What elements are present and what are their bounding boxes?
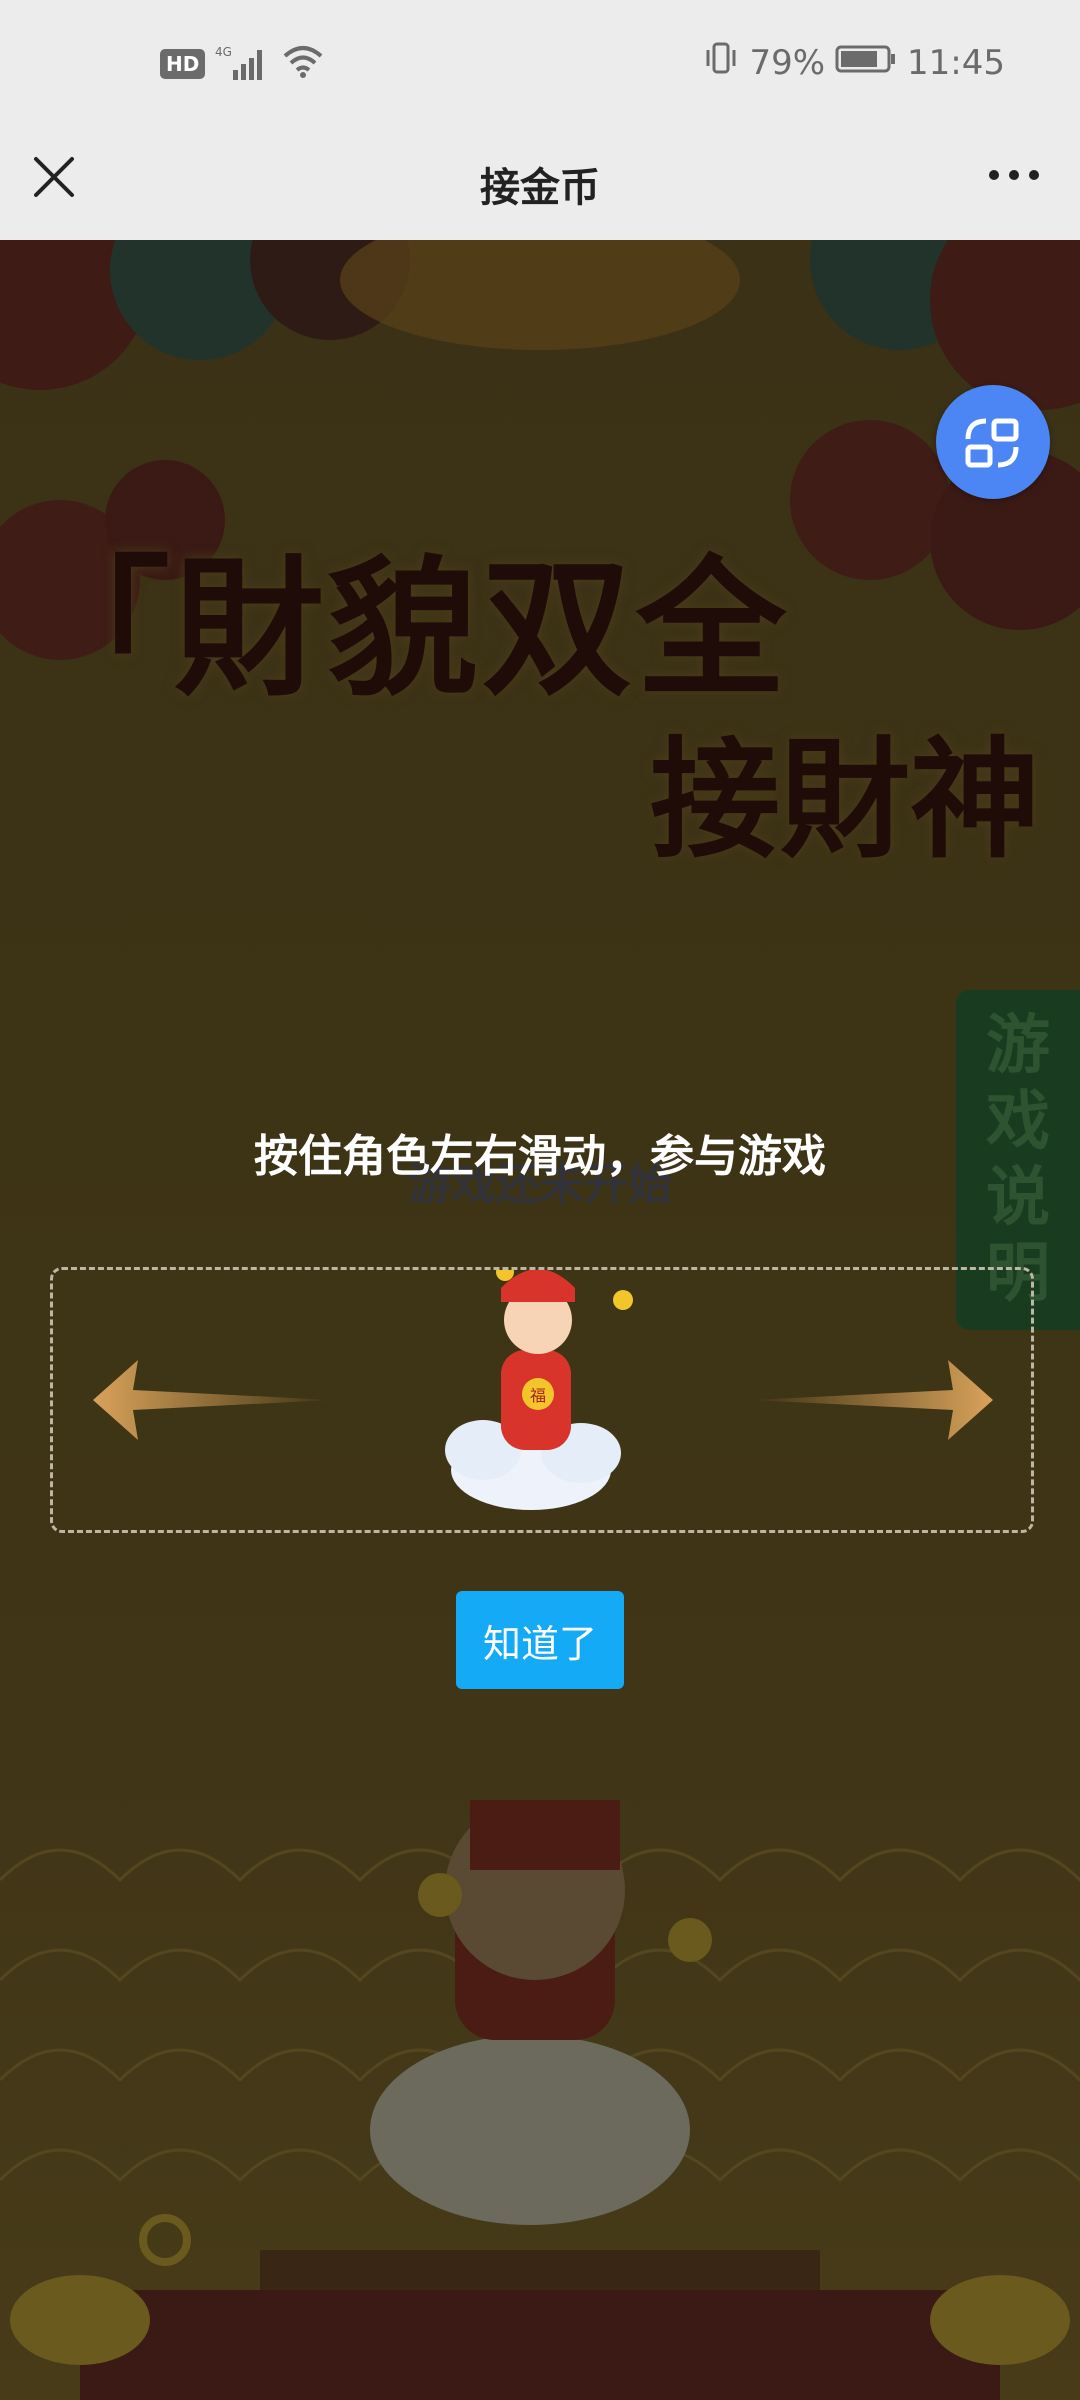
instruction-text: 按住角色左右滑动，参与游戏 — [254, 1131, 826, 1182]
network-type: 4G — [215, 45, 232, 59]
player-character[interactable]: 福 — [445, 1263, 633, 1510]
switch-screen-icon — [965, 418, 1019, 468]
character-badge: 福 — [530, 1386, 546, 1405]
game-title: 「財貌双全 接財神 — [20, 540, 1080, 880]
battery-icon — [835, 43, 897, 83]
swipe-tutorial-graphic: 福 — [93, 1263, 993, 1510]
battery-percent: 79% — [749, 42, 826, 83]
status-right: 79% 11:45 — [703, 40, 1005, 85]
right-arrow-icon — [753, 1360, 993, 1440]
more-button[interactable] — [988, 165, 1040, 185]
status-left: HD 4G — [160, 44, 325, 84]
clock: 11:45 — [907, 42, 1005, 83]
got-it-button[interactable]: 知道了 — [456, 1591, 624, 1689]
wifi-icon — [281, 44, 325, 84]
nav-bar: 接金币 — [0, 135, 1080, 240]
vibrate-icon — [703, 40, 739, 85]
game-title-line2: 接財神 — [649, 724, 1040, 876]
switch-screen-button[interactable] — [936, 385, 1050, 499]
page-title: 接金币 — [480, 165, 600, 211]
left-arrow-icon — [93, 1360, 333, 1440]
swipe-tutorial-area: 福 — [50, 1263, 1034, 1533]
game-title-line1: 「財貌双全 — [20, 543, 791, 717]
signal-icon: 4G — [215, 44, 271, 84]
status-bar: HD 4G 79% 11:45 — [0, 0, 1080, 135]
more-icon — [989, 170, 1039, 180]
game-canvas[interactable]: 「財貌双全 接財神 游戏说明 游戏还未开始 按住角色左右滑动，参与游戏 福 知道… — [0, 240, 1080, 2400]
screen: HD 4G 79% 11:45 接金币 「財貌双全 接財神 游戏说明 游戏还未开… — [0, 0, 1080, 2400]
hd-badge: HD — [160, 49, 206, 79]
